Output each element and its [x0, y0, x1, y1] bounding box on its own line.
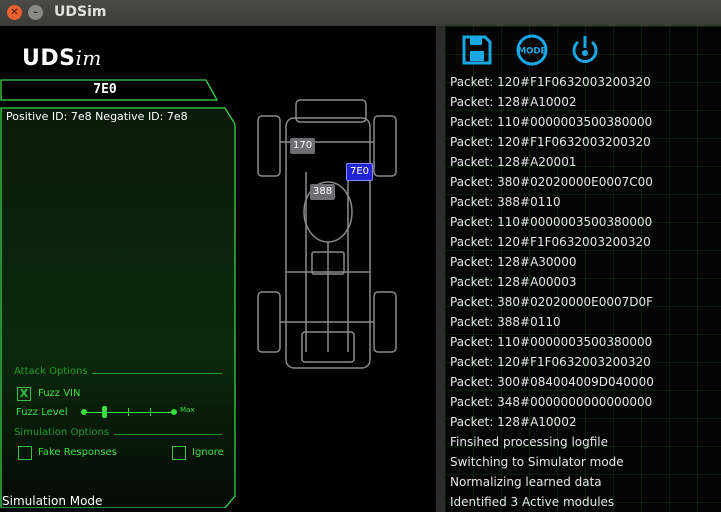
window-title: UDSim	[54, 4, 107, 20]
minimize-button[interactable]: –	[28, 5, 43, 20]
fuzz-level-label: Fuzz Level	[16, 407, 68, 418]
mode-button[interactable]: MODE	[514, 34, 550, 70]
selected-id-bar[interactable]: 7E0	[0, 80, 218, 100]
app-area: UDSim 7E0 Positive ID: 7e8 Negative ID: …	[0, 26, 721, 512]
module-chip-388[interactable]: 388	[310, 184, 336, 200]
log-entry: Packet: 128#A10002	[450, 95, 577, 109]
mode-button-label: MODE	[518, 47, 547, 57]
attack-options-header: Attack Options	[14, 366, 88, 377]
log-entry: Packet: 380#02020000E0007D0F	[450, 295, 654, 309]
log-entry: Packet: 128#A10002	[450, 415, 577, 429]
slider-tick	[128, 408, 129, 416]
fuzz-level-knob[interactable]	[102, 406, 107, 418]
module-chip-170[interactable]: 170	[290, 138, 316, 154]
log-entry: Identified 3 Active modules	[450, 495, 615, 509]
power-button[interactable]	[568, 34, 602, 70]
selected-id-text: 7E0	[93, 82, 117, 97]
id-info-text: Positive ID: 7e8 Negative ID: 7e8	[6, 110, 188, 123]
panel-divider	[436, 26, 445, 512]
fake-responses-checkbox[interactable]	[18, 446, 32, 460]
slider-tick	[150, 408, 151, 416]
log-entry: Finsihed processing logfile	[450, 435, 609, 449]
ignore-label: Ignore	[192, 447, 224, 458]
log-panel: MODE Packet: 120#F1F0632003200320 Packet…	[445, 26, 721, 512]
log-entry: Packet: 128#A00003	[450, 275, 577, 289]
logo-suffix-text: im	[75, 46, 102, 70]
log-entry: Packet: 348#0000000000000000	[450, 395, 653, 409]
module-chip-7e0[interactable]: 7E0	[346, 163, 374, 181]
log-entry: Packet: 388#0110	[450, 195, 561, 209]
app-logo: UDSim	[22, 46, 102, 71]
log-entry: Packet: 110#0000003500380000	[450, 115, 653, 129]
status-text: Simulation Mode	[2, 494, 103, 508]
fuzz-vin-label: Fuzz VIN	[38, 388, 81, 399]
log-entry: Packet: 120#F1F0632003200320	[450, 75, 651, 89]
floppy-disk-icon	[462, 35, 492, 65]
log-entry: Packet: 380#02020000E0007C00	[450, 175, 653, 189]
log-entry: Switching to Simulator mode	[450, 455, 624, 469]
log-list: Packet: 120#F1F0632003200320 Packet: 128…	[450, 72, 654, 512]
logo-main-text: UDS	[22, 46, 76, 71]
mode-icon: MODE	[516, 34, 548, 66]
save-button[interactable]	[461, 34, 493, 70]
left-panel-frame	[0, 79, 236, 508]
log-entry: Packet: 120#F1F0632003200320	[450, 135, 651, 149]
fuzz-level-max-label: Max	[180, 406, 195, 414]
log-entry: Packet: 110#0000003500380000	[450, 215, 653, 229]
attack-options-divider	[92, 373, 222, 374]
log-entry: Packet: 120#F1F0632003200320	[450, 355, 651, 369]
fake-responses-label: Fake Responses	[38, 447, 117, 458]
log-entry: Packet: 120#F1F0632003200320	[450, 235, 651, 249]
log-entry: Packet: 388#0110	[450, 315, 561, 329]
simulation-options-divider	[114, 434, 222, 435]
log-entry: Packet: 110#0000003500380000	[450, 335, 653, 349]
close-button[interactable]: ✕	[7, 5, 22, 20]
ignore-checkbox[interactable]	[172, 446, 186, 460]
fuzz-level-slider[interactable]	[84, 412, 174, 413]
log-entry: Packet: 300#084004009D040000	[450, 375, 654, 389]
log-entry: Packet: 128#A20001	[450, 155, 577, 169]
log-entry: Normalizing learned data	[450, 475, 602, 489]
power-icon	[572, 36, 598, 63]
fuzz-vin-checkbox[interactable]: X	[17, 387, 31, 401]
slider-max-dot	[171, 409, 177, 415]
window-titlebar: ✕ – UDSim	[0, 0, 721, 26]
simulation-options-header: Simulation Options	[14, 427, 110, 438]
slider-min-dot	[81, 409, 87, 415]
log-entry: Packet: 128#A30000	[450, 255, 577, 269]
car-chassis-sketch	[257, 99, 397, 369]
